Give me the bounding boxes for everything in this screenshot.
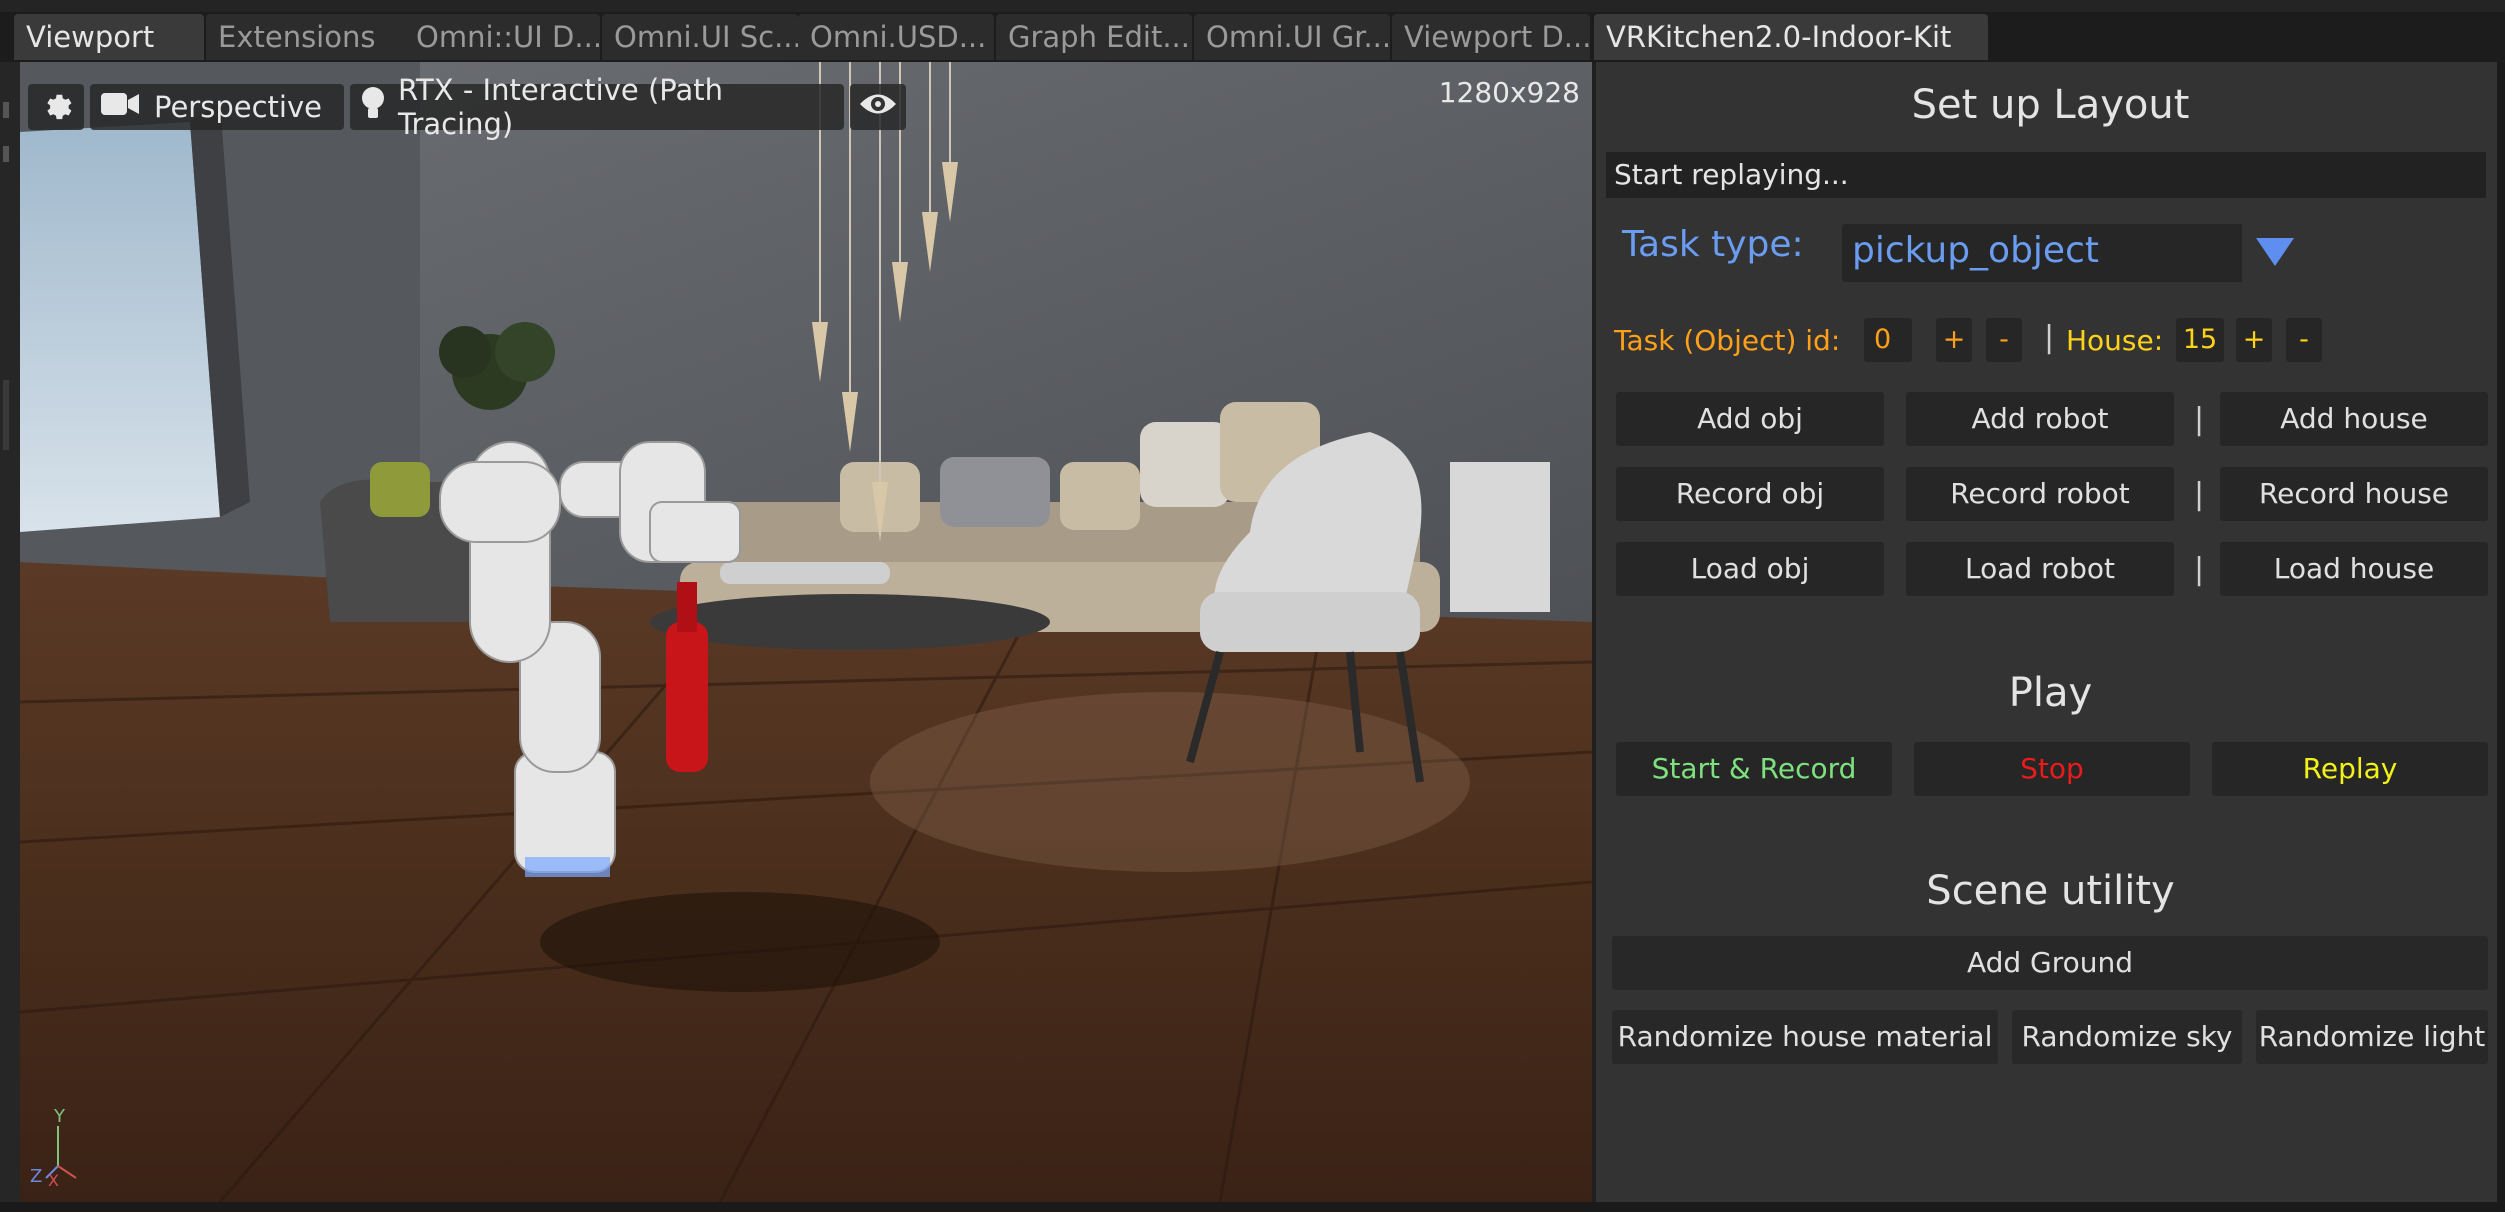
- separator: |: [2044, 320, 2055, 355]
- tab-viewport-d[interactable]: Viewport D...: [1392, 14, 1590, 60]
- camera-menu[interactable]: Perspective: [90, 84, 344, 130]
- randomize-light-button[interactable]: Randomize light: [2256, 1010, 2488, 1064]
- randomize-sky-button[interactable]: Randomize sky: [2012, 1010, 2242, 1064]
- tab-graph-edit[interactable]: Graph Edit...: [996, 14, 1192, 60]
- play-title: Play: [2008, 670, 2093, 716]
- add-obj-button[interactable]: Add obj: [1616, 392, 1884, 446]
- record-robot-button[interactable]: Record robot: [1906, 467, 2174, 521]
- dock-marker: [3, 102, 9, 118]
- tab-bar: Viewport Extensions Omni::UI D... Omni.U…: [0, 0, 2505, 62]
- rendered-scene[interactable]: [20, 62, 1592, 1202]
- dock-marker: [3, 146, 9, 162]
- record-house-button[interactable]: Record house: [2220, 467, 2488, 521]
- axis-x-label: X: [48, 1171, 59, 1186]
- tab-extensions[interactable]: Extensions: [206, 14, 410, 60]
- tab-viewport[interactable]: Viewport: [14, 14, 204, 60]
- record-obj-button[interactable]: Record obj: [1616, 467, 1884, 521]
- vrkitchen-panel: Set up Layout Start replaying... Task ty…: [1596, 62, 2505, 1212]
- load-house-button[interactable]: Load house: [2220, 542, 2488, 596]
- left-dock-strip: [0, 62, 20, 1212]
- load-robot-button[interactable]: Load robot: [1906, 542, 2174, 596]
- dropdown-divider: [2242, 224, 2246, 282]
- axis-gizmo: Y Z X: [30, 1106, 77, 1186]
- eye-icon: [859, 90, 897, 124]
- renderer-label: RTX - Interactive (Path Tracing): [398, 73, 723, 141]
- light-bulb-icon: [360, 86, 386, 129]
- separator: |: [2194, 552, 2205, 587]
- camera-label: Perspective: [154, 90, 322, 124]
- task-type-value: pickup_object: [1852, 230, 2099, 271]
- task-id-field[interactable]: 0: [1864, 318, 1912, 362]
- scene-utility-title: Scene utility: [1926, 868, 2175, 914]
- tab-omni-ui-d[interactable]: Omni::UI D...: [404, 14, 600, 60]
- task-id-increment-button[interactable]: +: [1936, 318, 1972, 362]
- tab-omni-ui-gr[interactable]: Omni.UI Gr...: [1194, 14, 1390, 60]
- task-id-label: Task (Object) id:: [1614, 324, 1841, 357]
- randomize-house-material-button[interactable]: Randomize house material: [1612, 1010, 1998, 1064]
- status-field: Start replaying...: [1606, 152, 2486, 198]
- setup-layout-title: Set up Layout: [1911, 82, 2190, 128]
- add-ground-button[interactable]: Add Ground: [1612, 936, 2488, 990]
- axis-y-label: Y: [53, 1106, 66, 1127]
- house-decrement-button[interactable]: -: [2286, 318, 2322, 362]
- stop-button[interactable]: Stop: [1914, 742, 2190, 796]
- add-house-button[interactable]: Add house: [2220, 392, 2488, 446]
- visibility-button[interactable]: [850, 84, 906, 130]
- house-increment-button[interactable]: +: [2236, 318, 2272, 362]
- separator: |: [2194, 477, 2205, 512]
- tab-omni-usd[interactable]: Omni.USD...: [798, 14, 994, 60]
- window-edge: [2497, 62, 2505, 1212]
- start-record-button[interactable]: Start & Record: [1616, 742, 1892, 796]
- task-type-label: Task type:: [1622, 224, 1804, 265]
- renderer-menu[interactable]: RTX - Interactive (Path Tracing): [350, 73, 844, 141]
- viewport[interactable]: Perspective RTX - Interactive (Path Trac…: [20, 62, 1592, 1202]
- gear-icon: [39, 87, 73, 128]
- settings-button[interactable]: [28, 84, 84, 130]
- add-robot-button[interactable]: Add robot: [1906, 392, 2174, 446]
- replay-button[interactable]: Replay: [2212, 742, 2488, 796]
- dock-marker: [3, 380, 9, 450]
- axis-z-label: Z: [30, 1166, 42, 1186]
- title-strip: [0, 0, 2505, 12]
- chevron-down-icon: [2254, 234, 2296, 274]
- task-type-dropdown[interactable]: pickup_object: [1842, 224, 2294, 282]
- load-obj-button[interactable]: Load obj: [1616, 542, 1884, 596]
- task-id-decrement-button[interactable]: -: [1986, 318, 2022, 362]
- house-label: House:: [2066, 324, 2164, 357]
- tab-omni-ui-sc[interactable]: Omni.UI Sc...: [602, 14, 798, 60]
- video-camera-icon: [100, 90, 140, 125]
- bottom-border: [0, 1202, 2505, 1212]
- house-id-field[interactable]: 15: [2176, 318, 2224, 362]
- resolution-readout: 1280x928: [1438, 76, 1580, 109]
- separator: |: [2194, 402, 2205, 437]
- tab-vrkitchen[interactable]: VRKitchen2.0-Indoor-Kit: [1594, 14, 1988, 60]
